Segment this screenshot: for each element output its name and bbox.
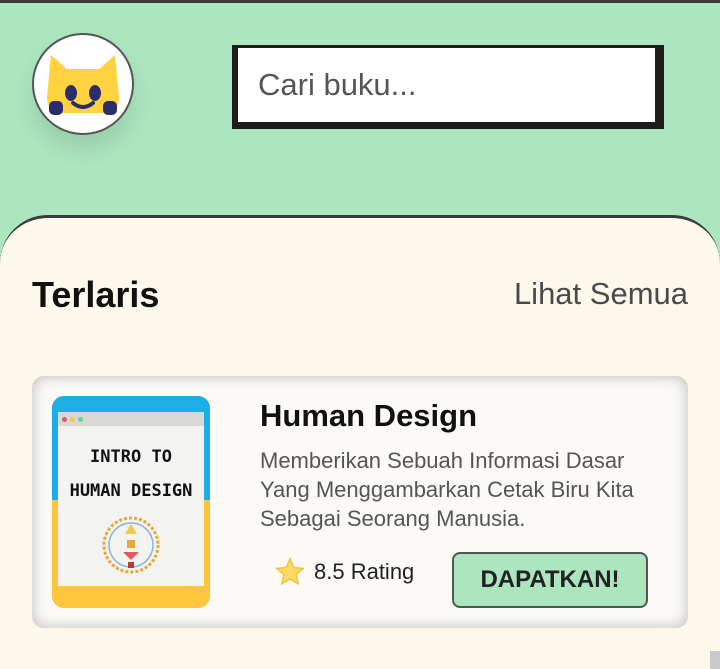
star-icon: [275, 557, 305, 586]
search-box: [232, 45, 664, 129]
rating: 8.5 Rating: [274, 556, 414, 588]
search-input[interactable]: [235, 48, 655, 122]
section-title: Terlaris: [32, 274, 160, 315]
scrollbar-thumb[interactable]: [710, 651, 720, 669]
cat-mascot-icon: [47, 55, 119, 115]
see-all-link[interactable]: Lihat Semua: [514, 276, 688, 312]
rating-text: 8.5 Rating: [314, 559, 415, 584]
book-card[interactable]: INTRO TO HUMAN DESIGN Human Design Membe…: [32, 376, 688, 628]
content-panel: Terlaris Lihat Semua INTRO TO HUMAN DESI…: [0, 215, 720, 669]
get-book-button[interactable]: DAPATKAN!: [452, 552, 648, 608]
cover-title-line2: HUMAN DESIGN: [69, 481, 193, 501]
book-title[interactable]: Human Design: [260, 398, 477, 434]
book-cover[interactable]: INTRO TO HUMAN DESIGN: [52, 396, 210, 608]
cover-title-line1: INTRO TO: [90, 447, 172, 467]
user-avatar[interactable]: [32, 33, 134, 135]
bodygraph-icon: [102, 516, 160, 574]
book-description: Memberikan Sebuah Informasi Dasar Yang M…: [260, 448, 634, 531]
